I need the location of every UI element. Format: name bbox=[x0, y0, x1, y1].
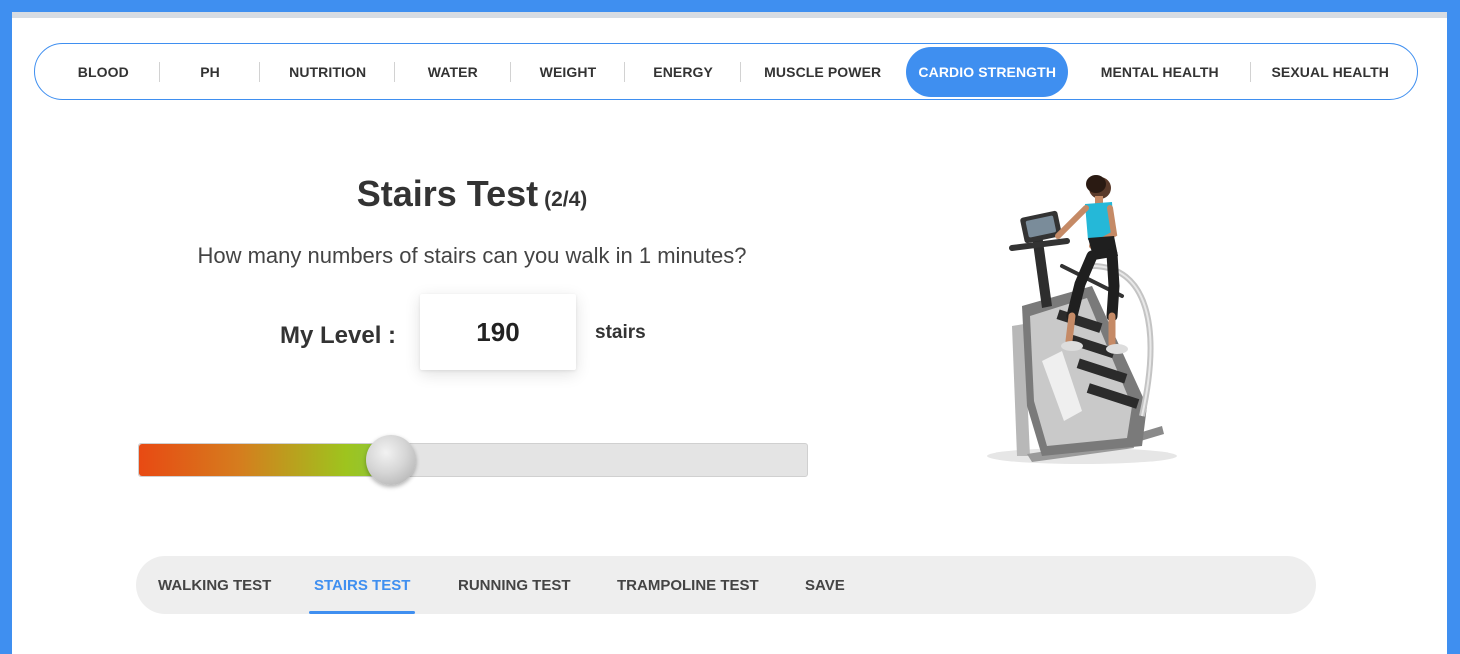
tab-muscle-power[interactable]: MUSCLE POWER bbox=[741, 47, 905, 97]
tab-weight[interactable]: WEIGHT bbox=[511, 47, 626, 97]
tab-label: WALKING TEST bbox=[158, 576, 272, 594]
page-title: Stairs Test (2/4) bbox=[12, 173, 932, 215]
tab-label: STAIRS TEST bbox=[314, 576, 411, 594]
tab-label: SEXUAL HEALTH bbox=[1271, 63, 1389, 80]
tab-label: MUSCLE POWER bbox=[764, 63, 882, 80]
save-label: SAVE bbox=[805, 576, 845, 594]
stair-climber-machine-icon bbox=[972, 156, 1212, 476]
tab-label: WEIGHT bbox=[539, 63, 597, 80]
tab-cardio-strength[interactable]: CARDIO STRENGTH bbox=[906, 46, 1068, 97]
save-button[interactable]: SAVE bbox=[805, 556, 845, 614]
tab-label: CARDIO STRENGTH bbox=[918, 63, 1057, 80]
tab-energy[interactable]: ENERGY bbox=[625, 47, 741, 97]
tab-label: RUNNING TEST bbox=[458, 576, 571, 594]
level-slider[interactable] bbox=[138, 435, 808, 485]
level-label: My Level : bbox=[280, 322, 397, 349]
tab-stairs-test[interactable]: STAIRS TEST bbox=[309, 556, 416, 614]
tab-mental-health[interactable]: MENTAL HEALTH bbox=[1068, 47, 1252, 97]
level-unit: stairs bbox=[595, 322, 646, 343]
tab-nutrition[interactable]: NUTRITION bbox=[260, 47, 395, 97]
active-tab-underline bbox=[309, 611, 416, 614]
app-frame: BLOOD PH NUTRITION WATER WEIGHT ENERGY M… bbox=[12, 12, 1447, 654]
tab-trampoline-test[interactable]: TRAMPOLINE TEST bbox=[617, 556, 759, 614]
tab-label: TRAMPOLINE TEST bbox=[617, 576, 759, 594]
tab-label: BLOOD bbox=[77, 63, 129, 80]
tab-sexual-health[interactable]: SEXUAL HEALTH bbox=[1251, 47, 1409, 97]
tab-label: PH bbox=[200, 63, 220, 80]
tab-label: MENTAL HEALTH bbox=[1100, 63, 1219, 80]
test-title: Stairs Test bbox=[356, 173, 539, 214]
tab-ph[interactable]: PH bbox=[160, 47, 261, 97]
category-nav: BLOOD PH NUTRITION WATER WEIGHT ENERGY M… bbox=[34, 43, 1418, 100]
tab-label: WATER bbox=[427, 63, 478, 80]
tab-label: NUTRITION bbox=[289, 63, 367, 80]
tab-running-test[interactable]: RUNNING TEST bbox=[458, 556, 571, 614]
tab-blood[interactable]: BLOOD bbox=[47, 47, 160, 97]
slider-fill bbox=[139, 444, 391, 476]
stair-climber-illustration bbox=[987, 175, 1177, 464]
sub-tabs: WALKING TEST STAIRS TEST RUNNING TEST TR… bbox=[136, 556, 1316, 614]
level-input[interactable]: 190 bbox=[420, 294, 576, 370]
slider-thumb[interactable] bbox=[365, 435, 416, 485]
tab-water[interactable]: WATER bbox=[395, 47, 511, 97]
tab-label: ENERGY bbox=[653, 63, 713, 80]
tab-walking-test[interactable]: WALKING TEST bbox=[158, 556, 271, 614]
test-step: (2/4) bbox=[544, 188, 588, 211]
test-question: How many numbers of stairs can you walk … bbox=[197, 243, 747, 268]
